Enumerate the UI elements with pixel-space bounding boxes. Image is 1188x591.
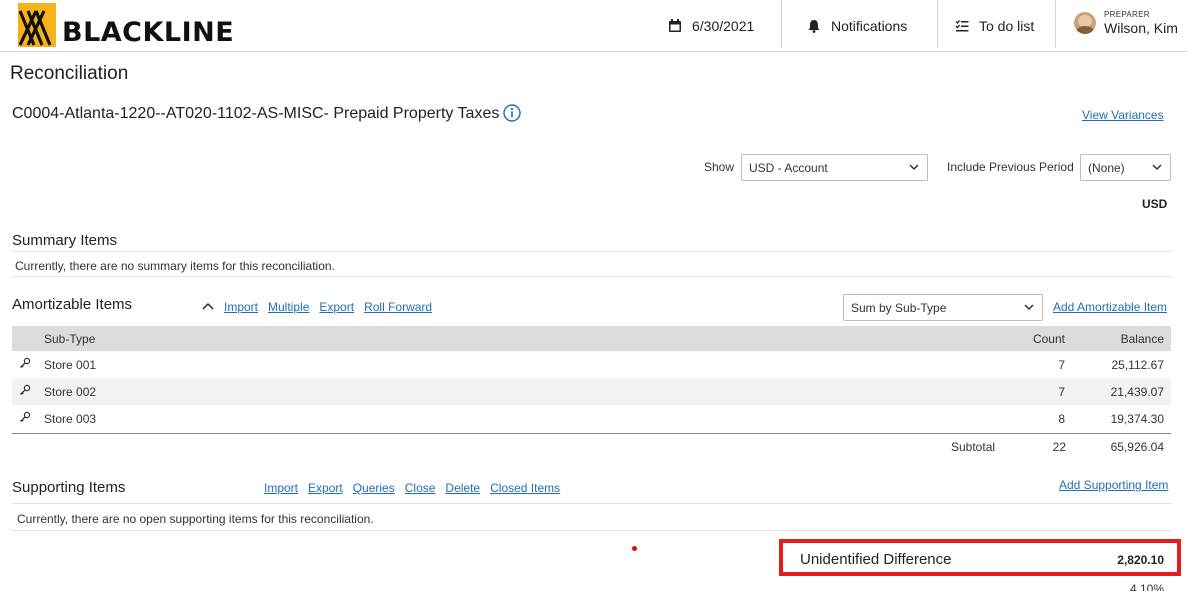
row-balance: 25,112.67	[1111, 357, 1165, 372]
avatar	[1074, 12, 1096, 34]
unidentified-difference-label: Unidentified Difference	[800, 551, 952, 568]
bell-icon	[808, 20, 820, 33]
amortizable-multiple-link[interactable]: Multiple	[268, 300, 309, 314]
amortizable-items-title: Amortizable Items	[12, 296, 133, 313]
header-divider	[781, 0, 782, 48]
row-balance: 19,374.30	[1110, 411, 1164, 426]
drilldown-key-icon[interactable]	[19, 411, 31, 423]
show-select[interactable]: USD - Account	[741, 154, 928, 181]
table-row[interactable]: Store 003 8 19,374.30	[12, 405, 1171, 432]
sum-by-select-value: Sum by Sub-Type	[851, 300, 947, 315]
supporting-import-link[interactable]: Import	[264, 481, 298, 495]
include-previous-period-select[interactable]: (None)	[1080, 154, 1171, 181]
supporting-queries-link[interactable]: Queries	[353, 481, 395, 495]
supporting-items-empty-text: Currently, there are no open supporting …	[17, 512, 374, 526]
summary-items-empty-text: Currently, there are no summary items fo…	[15, 259, 335, 273]
amortizable-roll-forward-link[interactable]: Roll Forward	[364, 300, 432, 314]
divider	[12, 530, 1172, 531]
todo-list-label: To do list	[979, 18, 1035, 34]
amortizable-actions: Import Multiple Export Roll Forward	[224, 300, 432, 314]
user-role: PREPARER	[1104, 10, 1150, 19]
divider	[12, 503, 1172, 504]
add-amortizable-item-link[interactable]: Add Amortizable Item	[1053, 300, 1167, 314]
row-count: 7	[1058, 357, 1065, 372]
column-header-count[interactable]: Count	[1033, 332, 1065, 346]
row-sub-type: Store 003	[44, 411, 97, 426]
brand-name: BLACKLINE	[62, 16, 235, 48]
cursor-marker	[632, 546, 637, 551]
chevron-down-icon	[1152, 164, 1162, 171]
supporting-actions: Import Export Queries Close Delete Close…	[264, 481, 560, 495]
amortizable-export-link[interactable]: Export	[319, 300, 354, 314]
page-title: Reconciliation	[10, 63, 129, 84]
row-count: 7	[1058, 384, 1065, 399]
divider	[12, 251, 1172, 252]
table-row[interactable]: Store 002 7 21,439.07	[12, 378, 1171, 405]
row-sub-type: Store 001	[44, 357, 97, 372]
period-date-label: 6/30/2021	[692, 18, 755, 34]
calendar-icon	[669, 19, 681, 32]
supporting-close-link[interactable]: Close	[405, 481, 436, 495]
supporting-closed-items-link[interactable]: Closed Items	[490, 481, 560, 495]
divider	[12, 276, 1172, 277]
column-header-sub-type[interactable]: Sub-Type	[44, 332, 95, 346]
header-divider	[937, 0, 938, 48]
subtotal-label: Subtotal	[951, 440, 996, 454]
todo-list-button[interactable]: To do list	[955, 0, 1034, 52]
currency-label: USD	[1142, 197, 1168, 211]
drilldown-key-icon[interactable]	[19, 384, 31, 396]
supporting-export-link[interactable]: Export	[308, 481, 343, 495]
amortizable-items-table: Sub-Type Count Balance Store 001 7 25,11…	[12, 326, 1171, 432]
show-select-value: USD - Account	[749, 160, 828, 175]
table-bottom-rule	[12, 433, 1171, 434]
subtotal-balance: 65,926.04	[1110, 440, 1164, 454]
summary-items-title: Summary Items	[12, 232, 118, 249]
chevron-up-icon[interactable]	[202, 302, 214, 310]
unidentified-difference-value: 2,820.10	[1117, 553, 1164, 567]
row-count: 8	[1058, 411, 1065, 426]
info-icon[interactable]	[503, 104, 521, 122]
row-sub-type: Store 002	[44, 384, 97, 399]
user-name: Wilson, Kim	[1104, 20, 1178, 36]
checklist-icon	[955, 20, 969, 32]
sum-by-select[interactable]: Sum by Sub-Type	[843, 294, 1043, 321]
table-header: Sub-Type Count Balance	[12, 326, 1171, 351]
table-row[interactable]: Store 001 7 25,112.67	[12, 351, 1171, 378]
unidentified-difference-percent: 4.10%	[1129, 582, 1164, 591]
column-header-balance[interactable]: Balance	[1121, 332, 1164, 346]
notifications-button[interactable]: Notifications	[807, 0, 907, 52]
show-label: Show	[704, 160, 735, 174]
drilldown-key-icon[interactable]	[19, 357, 31, 369]
supporting-items-title: Supporting Items	[12, 479, 126, 496]
chevron-down-icon	[909, 164, 919, 171]
notifications-label: Notifications	[831, 18, 908, 34]
blackline-logo[interactable]: BLACKLINE	[18, 2, 234, 48]
period-date[interactable]: 6/30/2021	[668, 0, 754, 52]
chevron-down-icon	[1024, 304, 1034, 311]
blackline-logo-mark-icon	[18, 3, 56, 47]
subtotal-count: 22	[1052, 440, 1066, 454]
reconciliation-name: C0004-Atlanta-1220--AT020-1102-AS-MISC- …	[12, 105, 500, 122]
header-divider	[1055, 0, 1056, 48]
amortizable-import-link[interactable]: Import	[224, 300, 258, 314]
include-previous-period-value: (None)	[1088, 160, 1125, 175]
row-balance: 21,439.07	[1110, 384, 1164, 399]
user-menu[interactable]: PREPARER Wilson, Kim	[1074, 10, 1178, 36]
top-header: BLACKLINE 6/30/2021 Notifications To do …	[0, 0, 1188, 52]
add-supporting-item-link[interactable]: Add Supporting Item	[1059, 478, 1168, 492]
view-variances-link[interactable]: View Variances	[1082, 108, 1164, 122]
include-previous-period-label: Include Previous Period	[947, 160, 1074, 174]
supporting-delete-link[interactable]: Delete	[445, 481, 480, 495]
